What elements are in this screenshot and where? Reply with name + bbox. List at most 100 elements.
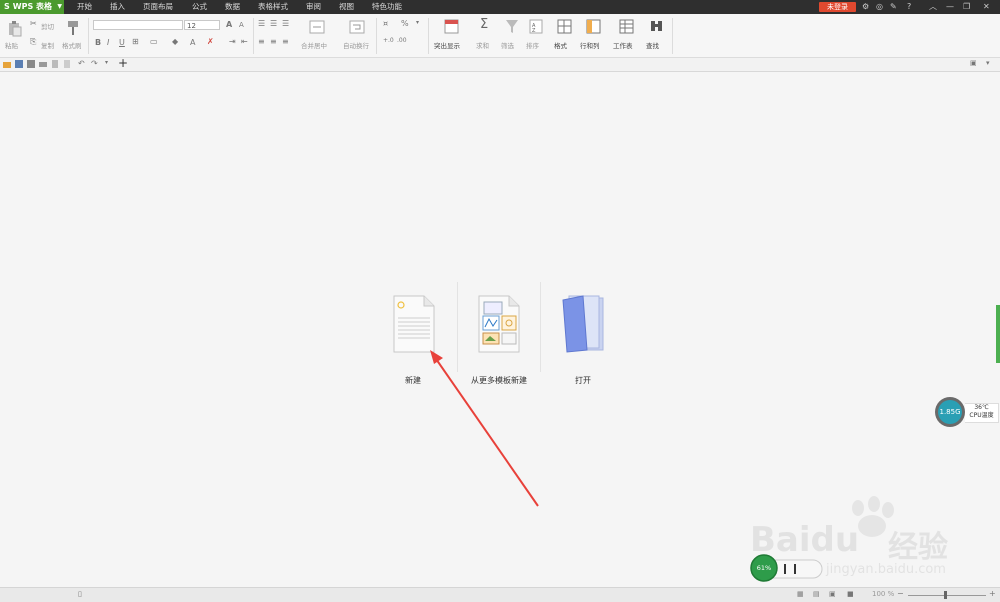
increase-decimal-icon[interactable]: +.0 [383, 37, 394, 44]
macro-icon[interactable]: ▯ [78, 590, 82, 598]
align-middle-icon[interactable]: ☰ [270, 19, 277, 28]
align-right-icon[interactable]: ≡ [282, 37, 289, 46]
shrink-font-icon[interactable]: A [239, 21, 244, 29]
outdent-icon[interactable]: ⇤ [241, 37, 248, 46]
help-icon[interactable]: ? [907, 0, 911, 14]
redo-icon[interactable]: ↷ [91, 59, 98, 68]
number-format-icon[interactable]: ¤ [383, 19, 388, 28]
login-button[interactable]: 未登录 [819, 2, 856, 12]
bold-button[interactable]: B [95, 38, 101, 47]
filter-button[interactable]: 筛选 [501, 40, 514, 50]
normal-view-icon[interactable]: ▦ [797, 590, 804, 598]
worksheet-button[interactable]: 工作表 [613, 40, 633, 50]
align-left-icon[interactable]: ≡ [258, 37, 265, 46]
scissors-icon[interactable]: ✂ [30, 19, 37, 28]
restore-icon[interactable]: ❐ [963, 0, 970, 14]
copy-button[interactable]: 复制 [41, 40, 54, 50]
align-center-icon[interactable]: ≡ [270, 37, 277, 46]
fill-color-icon[interactable]: ◆ [172, 37, 178, 46]
open-folder-icon[interactable] [3, 60, 11, 68]
cell-style-icon[interactable]: ▭ [150, 37, 158, 46]
feedback-icon[interactable]: ✎ [890, 0, 897, 14]
reading-mode-icon[interactable]: ■ [847, 590, 854, 598]
watermark-cn: 经验 [888, 530, 948, 565]
zoom-slider-thumb[interactable] [944, 591, 947, 599]
open-folder-large-icon[interactable] [561, 294, 607, 354]
tab-home[interactable]: 开始 [77, 0, 92, 14]
highlight-icon[interactable] [444, 19, 459, 34]
minimize-icon[interactable]: — [946, 0, 954, 14]
zoom-out-icon[interactable]: − [897, 589, 904, 598]
cut-button[interactable]: 剪切 [41, 21, 54, 31]
font-color-button[interactable]: A [190, 38, 195, 47]
skin-icon[interactable]: ⚙ [862, 0, 869, 14]
cpu-widget[interactable]: 1.85G 36℃ CPU温度 [935, 397, 1000, 427]
clear-format-icon[interactable]: ✗ [207, 37, 214, 46]
row-col-icon[interactable] [586, 19, 601, 34]
sort-icon[interactable]: AZ [529, 19, 543, 34]
close-icon[interactable]: ✕ [983, 0, 990, 14]
page-layout-view-icon[interactable]: ▣ [829, 590, 836, 598]
format-button[interactable]: 格式 [554, 40, 567, 50]
border-icon[interactable]: ⊞ [132, 37, 139, 46]
print-icon[interactable] [39, 60, 47, 68]
sort-button[interactable]: 排序 [526, 40, 539, 50]
zoom-slider-track[interactable] [908, 595, 986, 596]
customize-dropdown-icon[interactable]: ▾ [105, 59, 108, 66]
align-bottom-icon[interactable]: ☰ [282, 19, 289, 28]
open-label[interactable]: 打开 [568, 375, 598, 386]
zoom-in-icon[interactable]: + [989, 589, 996, 598]
grow-font-icon[interactable]: A [226, 20, 232, 29]
italic-button[interactable]: I [107, 38, 109, 47]
copy-icon[interactable]: ⎘ [30, 37, 36, 47]
merge-center-button[interactable]: 合并居中 [301, 40, 327, 50]
find-button[interactable]: 查找 [646, 40, 659, 50]
tab-data[interactable]: 数据 [225, 0, 240, 14]
font-size-select[interactable]: 12 [184, 20, 220, 30]
tab-formula[interactable]: 公式 [192, 0, 207, 14]
format-painter-button[interactable]: 格式刷 [62, 40, 82, 50]
tab-menu-icon[interactable]: ▾ [986, 59, 990, 67]
tab-table-style[interactable]: 表格样式 [258, 0, 288, 14]
undo-icon[interactable]: ↶ [78, 59, 85, 68]
font-name-select[interactable] [93, 20, 183, 30]
paste-icon[interactable] [8, 21, 22, 37]
page-break-view-icon[interactable]: ▤ [813, 590, 820, 598]
number-format-dropdown-icon[interactable]: ▾ [416, 19, 419, 26]
side-panel-tab[interactable] [996, 305, 1000, 363]
tab-insert[interactable]: 插入 [110, 0, 125, 14]
save-as-icon[interactable] [27, 60, 35, 68]
wrap-text-icon[interactable] [349, 20, 365, 34]
save-icon[interactable] [15, 60, 23, 68]
binoculars-icon[interactable] [649, 19, 664, 34]
tab-page-layout[interactable]: 页面布局 [143, 0, 173, 14]
tab-special[interactable]: 特色功能 [372, 0, 402, 14]
tab-view[interactable]: 视图 [339, 0, 354, 14]
tab-review[interactable]: 审阅 [306, 0, 321, 14]
sum-icon[interactable]: Σ [480, 17, 488, 32]
pane-icon[interactable]: ▣ [970, 59, 977, 67]
format-icon[interactable] [557, 19, 572, 34]
print-preview-icon[interactable] [51, 60, 59, 68]
app-menu-button[interactable]: S WPS 表格 ▼ [0, 0, 64, 14]
memory-widget[interactable]: 61% [750, 554, 825, 582]
percent-button[interactable]: % [401, 19, 409, 28]
merge-center-icon[interactable] [309, 20, 325, 34]
indent-icon[interactable]: ⇥ [229, 37, 236, 46]
share-icon[interactable]: ◎ [876, 0, 883, 14]
paste-label[interactable]: 粘贴 [5, 40, 18, 50]
worksheet-icon[interactable] [619, 19, 634, 34]
wrap-text-button[interactable]: 自动换行 [343, 40, 369, 50]
format-painter-icon[interactable] [66, 20, 80, 36]
align-top-icon[interactable]: ☰ [258, 19, 265, 28]
watermark-url: jingyan.baidu.com [826, 562, 946, 577]
underline-button[interactable]: U [119, 38, 125, 47]
highlight-button[interactable]: 突出显示 [434, 40, 460, 50]
collapse-ribbon-icon[interactable]: ︿ [929, 0, 937, 14]
export-pdf-icon[interactable] [63, 60, 71, 68]
row-col-button[interactable]: 行和列 [580, 40, 600, 50]
sum-button[interactable]: 求和 [476, 40, 489, 50]
new-tab-plus-icon[interactable]: + [118, 56, 128, 70]
decrease-decimal-icon[interactable]: .00 [397, 37, 407, 44]
filter-icon[interactable] [505, 19, 519, 34]
